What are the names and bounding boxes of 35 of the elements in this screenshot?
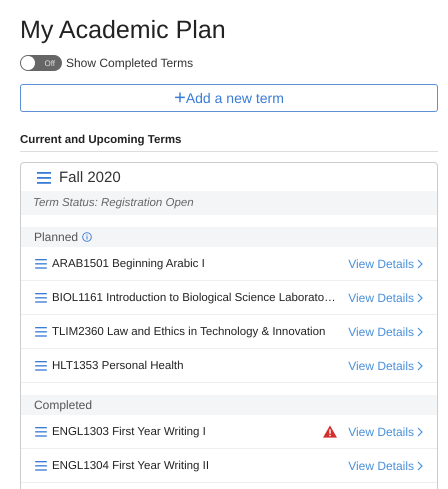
view-details-link[interactable]: View Details [348, 290, 423, 304]
drag-handle-icon[interactable] [35, 426, 47, 436]
drag-handle-icon[interactable] [35, 360, 47, 370]
chevron-right-icon [417, 326, 423, 336]
view-details-link[interactable]: View Details [348, 324, 423, 338]
view-details-link[interactable]: View Details [348, 256, 423, 270]
menu-icon[interactable] [37, 172, 51, 184]
chevron-right-icon [417, 360, 423, 370]
chevron-right-icon [417, 292, 423, 302]
toggle-label: Show Completed Terms [66, 56, 194, 70]
drag-handle-icon[interactable] [35, 326, 47, 336]
course-name: ENGL1304 First Year Writing II [52, 460, 210, 472]
course-name: TLIM2360 Law and Ethics in Technology & Innovation [52, 326, 326, 338]
chevron-right-icon [417, 426, 423, 436]
add-term-button[interactable]: +Add a new term [20, 84, 438, 112]
section-heading: Current and Upcoming Terms [20, 134, 438, 152]
chevron-right-icon [417, 460, 423, 470]
toggle-switch[interactable]: Off [20, 55, 62, 71]
course-name: ARAB1501 Beginning Arabic I [52, 258, 206, 270]
course-name: ENGL1303 First Year Writing I [52, 426, 207, 438]
course-name: BIOL1161 Introduction to Biological Science Laborato… [52, 292, 337, 304]
group-label: Completed [34, 398, 92, 412]
view-details-link[interactable]: View Details [348, 458, 423, 472]
view-details-link[interactable]: View Details [348, 424, 423, 438]
drag-handle-icon[interactable] [35, 460, 47, 470]
term-title: Fall 2020 [59, 169, 121, 186]
drag-handle-icon[interactable] [35, 292, 47, 302]
course-name: HLT1353 Personal Health [52, 360, 184, 372]
view-details-link[interactable]: View Details [348, 358, 423, 372]
group-label: Planned [34, 230, 78, 244]
info-icon[interactable] [82, 232, 92, 242]
page-title: My Academic Plan [20, 15, 227, 46]
term-status: Term Status: Registration Open [33, 197, 194, 209]
chevron-right-icon [417, 258, 423, 268]
drag-handle-icon[interactable] [35, 258, 47, 268]
